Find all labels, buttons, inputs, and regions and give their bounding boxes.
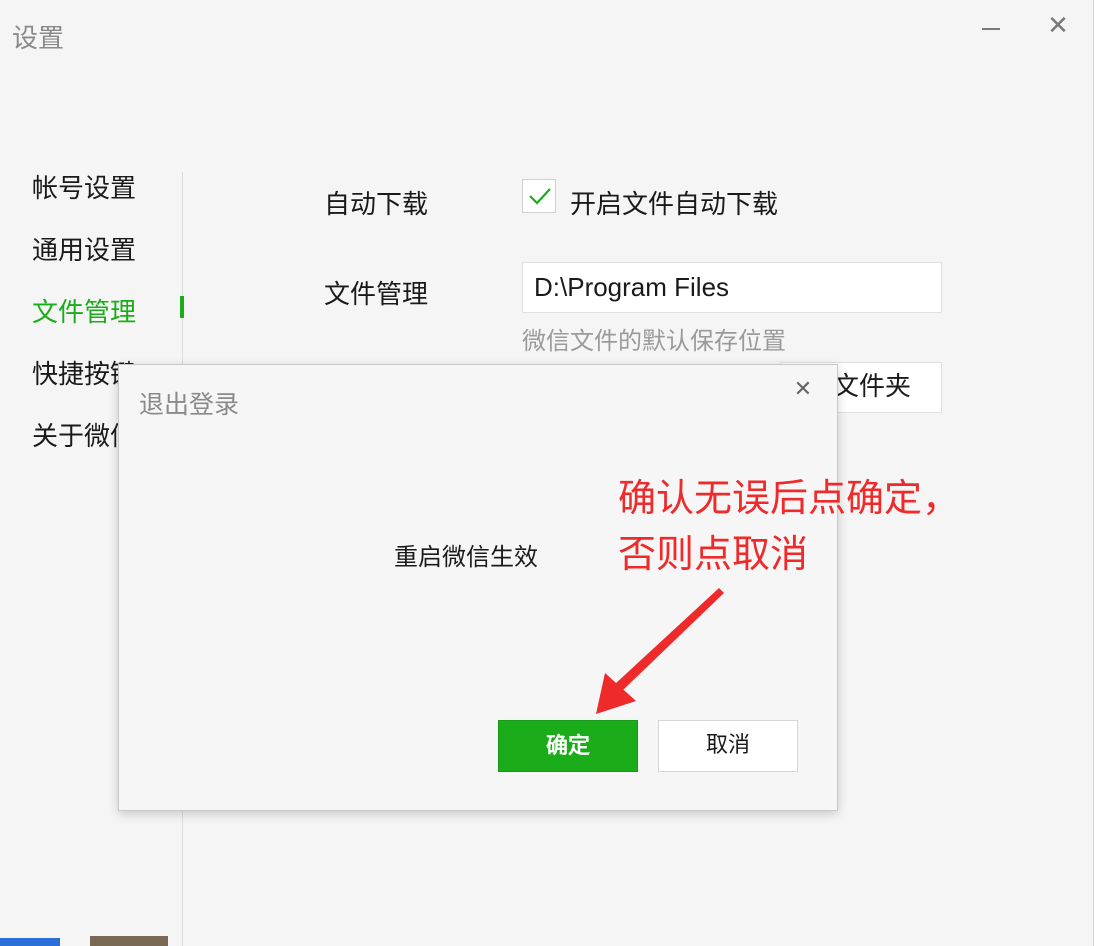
window-close-icon[interactable]: ✕ xyxy=(1044,12,1072,40)
checkmark-icon xyxy=(529,188,551,205)
sidebar-item-file-management[interactable]: 文件管理 xyxy=(32,292,136,329)
minimize-icon[interactable] xyxy=(978,16,1004,42)
save-path-hint: 微信文件的默认保存位置 xyxy=(522,327,786,355)
active-nav-indicator xyxy=(180,296,184,318)
annotation-line-1: 确认无误后点确定， xyxy=(618,476,961,520)
annotation-line-2: 否则点取消 xyxy=(618,532,809,576)
sidebar-item-general[interactable]: 通用设置 xyxy=(32,230,136,267)
auto-download-checkbox[interactable] xyxy=(522,179,556,213)
confirm-button[interactable]: 确定 xyxy=(498,720,638,772)
sidebar-item-account[interactable]: 帐号设置 xyxy=(32,168,136,205)
taskbar-thumbnail xyxy=(90,936,168,946)
annotation-text: 确认无误后点确定， 否则点取消 xyxy=(618,470,960,582)
taskbar-fragment xyxy=(0,938,60,946)
auto-download-checkbox-label[interactable]: 开启文件自动下载 xyxy=(570,184,778,221)
logout-dialog: 退出登录 ✕ 重启微信生效 确定 取消 xyxy=(118,364,838,811)
cancel-button[interactable]: 取消 xyxy=(658,720,798,772)
dialog-title: 退出登录 xyxy=(139,390,240,419)
auto-download-label: 自动下载 xyxy=(324,190,429,220)
close-icon[interactable]: ✕ xyxy=(791,375,815,405)
file-management-label: 文件管理 xyxy=(324,280,429,310)
dialog-message: 重启微信生效 xyxy=(394,543,538,571)
window-title: 设置 xyxy=(12,24,65,54)
save-path-field[interactable]: D:\Program Files xyxy=(522,262,942,313)
